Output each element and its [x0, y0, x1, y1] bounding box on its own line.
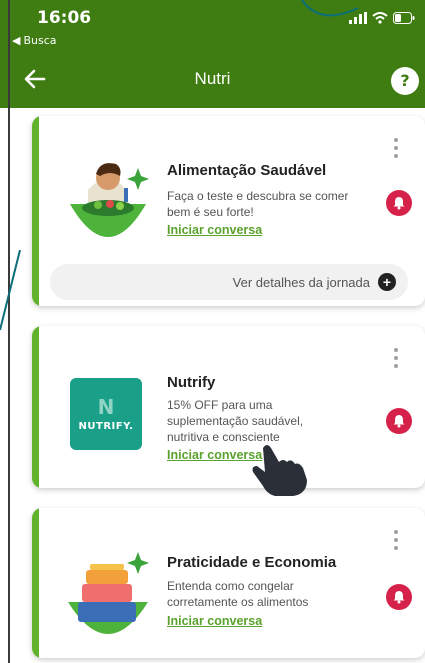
card-accent-bar — [32, 326, 39, 488]
journey-list: Alimentação Saudável Faça o teste e desc… — [10, 108, 425, 663]
tap-hand-icon — [252, 445, 307, 496]
phone-screen: 16:06 ◀ Busca Nutri ? Alimentação Saudáv… — [0, 0, 425, 663]
card-accent-bar — [32, 116, 39, 306]
status-time: 16:06 — [37, 8, 92, 28]
card-description: 15% OFF para uma suplementação saudável,… — [167, 398, 304, 444]
more-options-icon[interactable] — [393, 530, 399, 550]
stacked-containers-illustration — [68, 552, 149, 634]
start-conversation-link[interactable]: Iniciar conversa — [167, 223, 262, 237]
app-bar: 16:06 ◀ Busca Nutri ? — [0, 0, 425, 108]
back-app-label: Busca — [23, 34, 57, 47]
journey-card[interactable]: N NUTRIFY. Nutrify 15% OFF para uma supl… — [32, 326, 425, 488]
nutrify-logo-mark: N — [97, 394, 115, 419]
journey-details-label: Ver detalhes da jornada — [232, 274, 370, 290]
card-title: Alimentação Saudável — [167, 162, 327, 179]
journey-details-button[interactable]: Ver detalhes da jornada + — [50, 264, 408, 300]
card-description: Faça o teste e descubra se comer bem é s… — [167, 189, 349, 219]
bell-icon[interactable] — [386, 190, 412, 216]
plus-circle-icon: + — [378, 273, 396, 291]
help-button[interactable]: ? — [391, 67, 419, 95]
status-icons — [349, 12, 415, 24]
signal-icon — [349, 12, 367, 24]
bell-icon[interactable] — [386, 408, 412, 434]
journey-card[interactable]: Alimentação Saudável Faça o teste e desc… — [32, 116, 425, 306]
more-options-icon[interactable] — [393, 138, 399, 158]
back-to-app-link[interactable]: ◀ Busca — [12, 34, 57, 47]
card-accent-bar — [32, 508, 39, 658]
battery-icon — [393, 12, 415, 24]
start-conversation-link[interactable]: Iniciar conversa — [167, 614, 262, 628]
person-salad-illustration — [70, 163, 149, 237]
card-description: Entenda como congelar corretamente os al… — [167, 579, 309, 609]
wifi-icon — [372, 12, 388, 24]
page-title: Nutri — [194, 69, 231, 88]
back-triangle-icon: ◀ — [12, 34, 21, 47]
nutrify-logo: N NUTRIFY. — [70, 378, 142, 450]
card-title: Praticidade e Economia — [167, 554, 337, 571]
more-options-icon[interactable] — [393, 348, 399, 368]
bell-icon[interactable] — [386, 584, 412, 610]
device-edge — [8, 0, 10, 663]
journey-card[interactable]: Praticidade e Economia Entenda como cong… — [32, 508, 425, 658]
nutrify-logo-text: NUTRIFY. — [78, 420, 134, 432]
card-title: Nutrify — [167, 374, 216, 391]
